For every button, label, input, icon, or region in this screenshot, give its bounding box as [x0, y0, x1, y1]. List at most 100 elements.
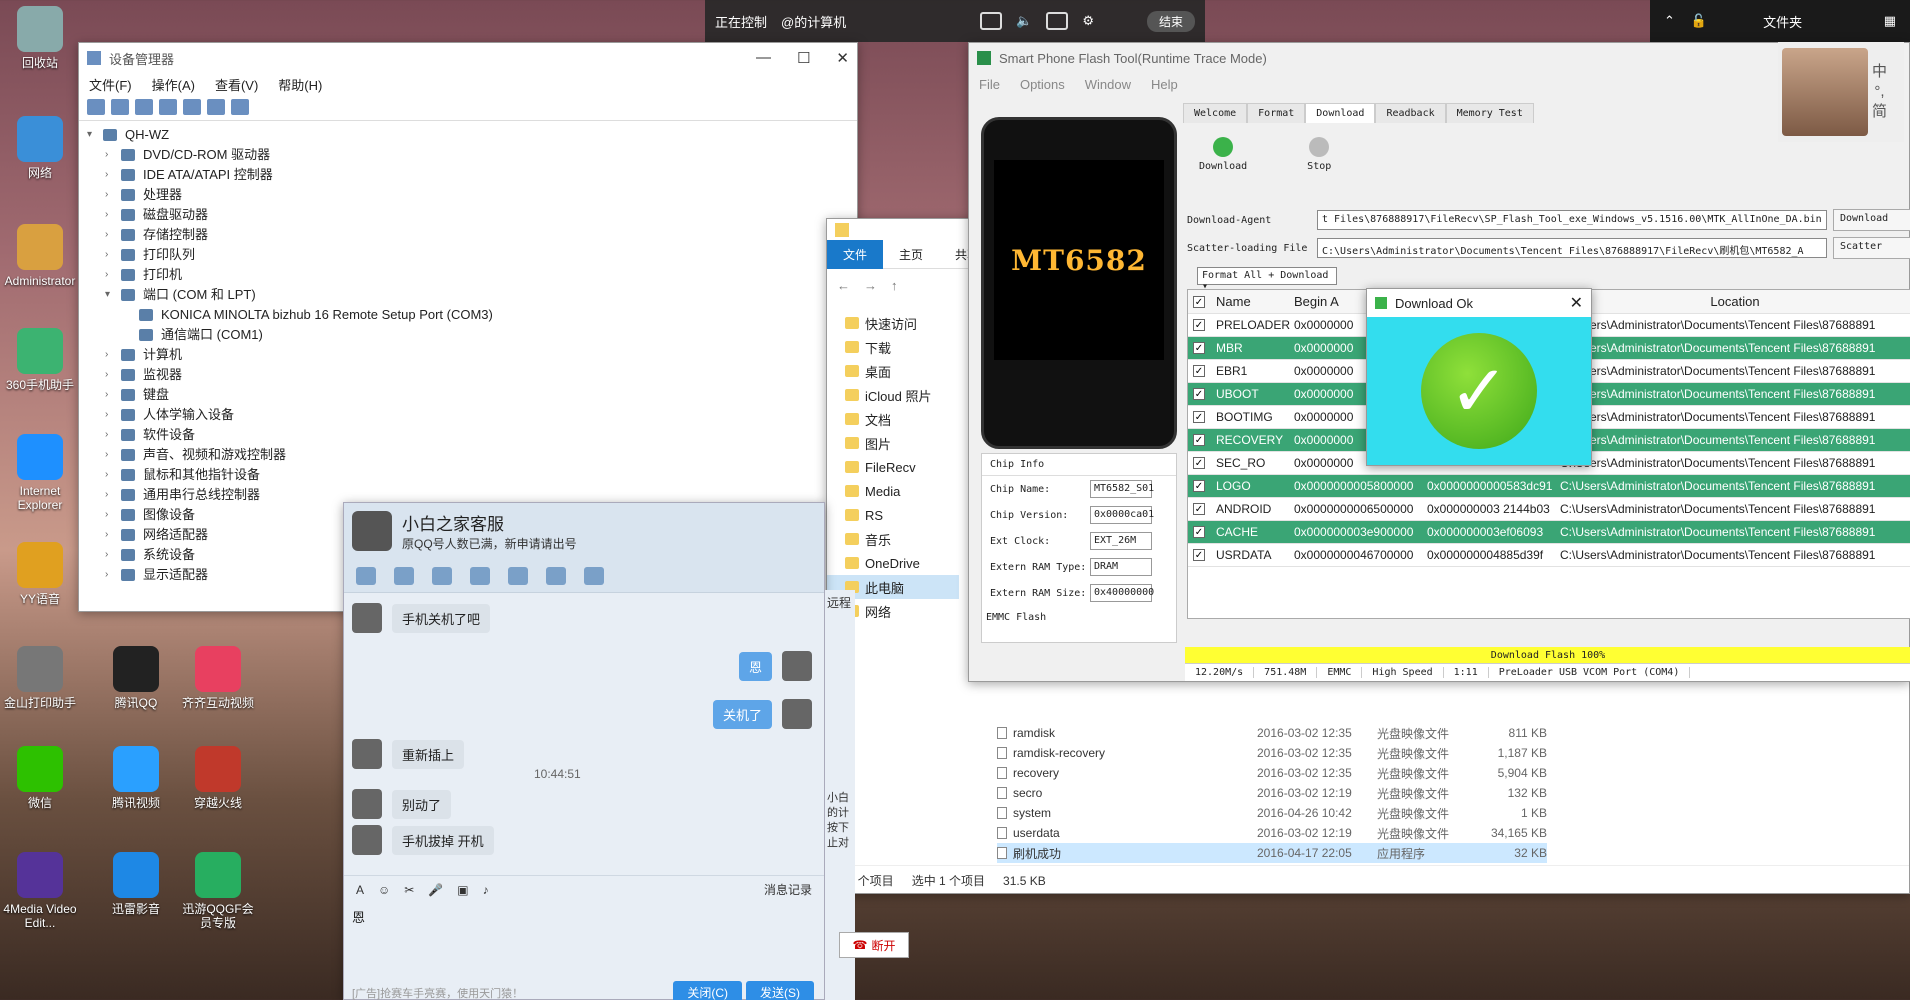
chevron-right-icon[interactable]: › [105, 565, 117, 585]
flash-tab[interactable]: Readback [1375, 103, 1446, 123]
sidebar-item[interactable]: Media [827, 479, 959, 503]
partition-checkbox[interactable]: ✓ [1193, 388, 1205, 400]
image-icon[interactable]: ▣ [457, 883, 468, 897]
tree-node[interactable]: › 计算机 [87, 345, 849, 365]
ad-text[interactable]: [广告]抢赛车手亮赛，使用天门猿！ [352, 985, 523, 1000]
apps-icon[interactable] [584, 566, 604, 585]
chevron-right-icon[interactable]: › [105, 385, 117, 405]
file-row[interactable]: userdata 2016-03-02 12:19 光盘映像文件 34,165 KB [997, 823, 1547, 843]
menu-item[interactable]: File [979, 77, 1000, 92]
view-icon[interactable] [207, 99, 225, 115]
dialog-close-button[interactable]: ✕ [1570, 293, 1583, 313]
da-button[interactable]: Download [1833, 209, 1910, 231]
sidebar-item[interactable]: 快速访问 [827, 311, 959, 335]
sidebar-item[interactable]: 图片 [827, 431, 959, 455]
desktop-icon[interactable]: Administrator [0, 224, 80, 288]
mic-icon[interactable]: 🎤 [428, 883, 443, 897]
settings-icon[interactable]: ⚙ [1082, 13, 1094, 29]
file-row[interactable]: ramdisk-recovery 2016-03-02 12:35 光盘映像文件 1,… [997, 743, 1547, 763]
file-row[interactable]: system 2016-04-26 10:42 光盘映像文件 1 KB [997, 803, 1547, 823]
refresh-icon[interactable] [159, 99, 177, 115]
back-arrow-icon[interactable]: ← [837, 278, 850, 293]
partition-checkbox[interactable]: ✓ [1193, 434, 1205, 446]
video-call-icon[interactable] [394, 566, 414, 585]
file-row[interactable]: ramdisk 2016-03-02 12:35 光盘映像文件 811 KB [997, 723, 1547, 743]
da-input[interactable]: t Files\876888917\FileRecv\SP_Flash_Tool… [1317, 210, 1827, 230]
partition-checkbox[interactable]: ✓ [1193, 503, 1205, 515]
tree-node[interactable]: › 声音、视频和游戏控制器 [87, 445, 849, 465]
partition-row[interactable]: ✓ ANDROID 0x0000000006500000 0x000000003 21… [1188, 498, 1910, 521]
chevron-right-icon[interactable]: › [105, 165, 117, 185]
help-icon[interactable] [183, 99, 201, 115]
tree-node[interactable]: › 打印队列 [87, 245, 849, 265]
select-all-checkbox[interactable]: ✓ [1193, 295, 1205, 308]
desktop-icon[interactable]: 腾讯QQ [96, 646, 176, 710]
partition-row[interactable]: ✓ USRDATA 0x0000000046700000 0x000000004885… [1188, 544, 1910, 567]
sidebar-item[interactable]: 文档 [827, 407, 959, 431]
ime-char[interactable]: 中 [1872, 62, 1887, 82]
grid-icon[interactable]: ▦ [1884, 13, 1896, 29]
emoji-icon[interactable]: ☺ [378, 883, 390, 897]
flash-tab[interactable]: Download [1305, 103, 1376, 123]
avatar[interactable] [352, 511, 392, 551]
file-row[interactable]: recovery 2016-03-02 12:35 光盘映像文件 5,904 KB [997, 763, 1547, 783]
format-mode-select[interactable]: Format All + Download ▾ [1197, 267, 1337, 292]
folder-label[interactable]: 文件夹 [1763, 12, 1802, 31]
desktop-icon[interactable]: Internet Explorer [0, 434, 80, 512]
desktop-icon[interactable]: YY语音 [0, 542, 80, 606]
forward-arrow-icon[interactable]: → [864, 278, 877, 293]
menu-item[interactable]: 查看(V) [215, 75, 258, 94]
desktop-icon[interactable]: 微信 [0, 746, 80, 810]
ime-char[interactable]: °, [1872, 82, 1887, 102]
tree-node[interactable]: › 磁盘驱动器 [87, 205, 849, 225]
unlock-icon[interactable]: 🔓 [1691, 13, 1707, 29]
chevron-right-icon[interactable]: › [105, 265, 117, 285]
flash-titlebar[interactable]: Smart Phone Flash Tool(Runtime Trace Mod… [969, 43, 1909, 73]
chevron-right-icon[interactable]: › [105, 505, 117, 525]
flash-tab[interactable]: Welcome [1183, 103, 1248, 123]
send-button[interactable]: 发送(S) [746, 981, 814, 1000]
partition-checkbox[interactable]: ✓ [1193, 549, 1205, 561]
maximize-button[interactable]: ☐ [797, 49, 810, 67]
menu-item[interactable]: 帮助(H) [278, 75, 322, 94]
devmgr-titlebar[interactable]: 设备管理器 — ☐ ✕ [79, 43, 857, 73]
chevron-down-icon[interactable]: ▾ [87, 125, 99, 145]
dialog-titlebar[interactable]: Download Ok ✕ [1367, 289, 1591, 317]
avatar[interactable] [782, 651, 812, 681]
file-row[interactable]: 刷机成功 2016-04-17 22:05 应用程序 32 KB [997, 843, 1547, 863]
sidebar-item[interactable]: OneDrive [827, 551, 959, 575]
chevron-right-icon[interactable]: › [105, 425, 117, 445]
desktop-icon[interactable]: 4Media Video Edit... [0, 852, 80, 930]
chevron-right-icon[interactable]: › [105, 245, 117, 265]
ribbon-tab[interactable]: 文件 [827, 240, 884, 269]
ime-status[interactable]: 中 °, 简 [1872, 62, 1887, 122]
chevron-right-icon[interactable]: › [105, 465, 117, 485]
desktop-icon[interactable]: 迅游QQGF会员专版 [178, 852, 258, 930]
screen-share-icon[interactable] [432, 566, 452, 585]
tree-node[interactable]: › 处理器 [87, 185, 849, 205]
avatar[interactable] [352, 603, 382, 633]
tree-node[interactable]: › 打印机 [87, 265, 849, 285]
tree-node[interactable]: › 软件设备 [87, 425, 849, 445]
music-icon[interactable]: ♪ [483, 883, 489, 897]
avatar[interactable] [352, 825, 382, 855]
tree-node[interactable]: › 键盘 [87, 385, 849, 405]
desktop-icon[interactable]: 网络 [0, 116, 80, 180]
tree-node[interactable]: › 存储控制器 [87, 225, 849, 245]
file-transfer-icon[interactable] [470, 566, 490, 585]
flash-tab[interactable]: Memory Test [1445, 103, 1534, 123]
desktop-icon[interactable]: 金山打印助手 [0, 646, 80, 710]
history-link[interactable]: 消息记录 [764, 881, 812, 898]
chevron-right-icon[interactable]: › [105, 205, 117, 225]
desktop-icon[interactable]: 迅雷影音 [96, 852, 176, 916]
close-chat-button[interactable]: 关闭(C) [673, 981, 742, 1000]
ribbon-tab[interactable]: 主页 [883, 240, 939, 269]
close-button[interactable]: ✕ [836, 49, 849, 67]
desktop-icon[interactable]: 腾讯视频 [96, 746, 176, 810]
fullscreen-icon[interactable] [980, 12, 1003, 30]
tree-node[interactable]: › 监视器 [87, 365, 849, 385]
chevron-up-icon[interactable]: ⌃ [1664, 13, 1675, 29]
message-input[interactable]: 恩 [352, 907, 365, 926]
font-icon[interactable]: A [356, 883, 364, 897]
desktop-icon[interactable]: 穿越火线 [178, 746, 258, 810]
